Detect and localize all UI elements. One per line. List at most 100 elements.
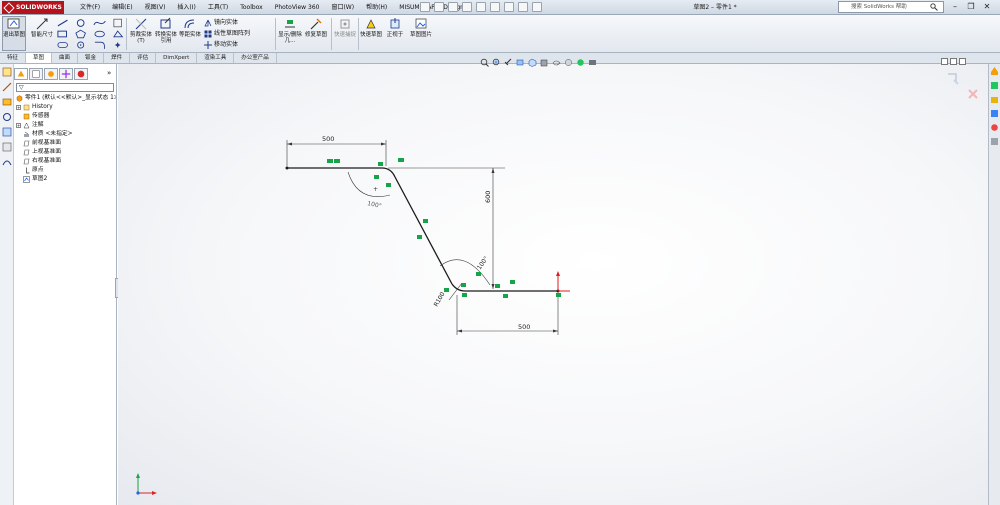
repair-sketch-button[interactable]: 修复草图: [304, 17, 328, 38]
collinear-relation-icon[interactable]: [417, 235, 422, 239]
tab-office-products[interactable]: 办公室产品: [234, 53, 277, 63]
print-icon[interactable]: [462, 2, 472, 12]
dimension-bottom-label[interactable]: 500: [518, 323, 530, 331]
design-library-icon[interactable]: [990, 80, 999, 90]
mirror-entities-item[interactable]: 镜向实体: [204, 17, 250, 28]
ellipse-icon[interactable]: [93, 29, 108, 39]
collinear-relation-icon[interactable]: [423, 219, 428, 223]
open-icon[interactable]: [434, 2, 444, 12]
pattern-tool-icon[interactable]: [2, 142, 12, 152]
tangent-relation-icon[interactable]: [476, 272, 481, 276]
quick-snaps-button[interactable]: 快速捕捉: [333, 17, 357, 38]
tree-item-sketch2[interactable]: 草图2: [16, 175, 116, 184]
convert-entities-button[interactable]: 转换实体引用: [155, 17, 177, 44]
fillet-icon[interactable]: [93, 40, 108, 50]
rectangle-icon[interactable]: [56, 29, 71, 39]
rapid-sketch-button[interactable]: 快速草图: [360, 17, 382, 38]
sketch-picture-button[interactable]: 草图图片: [408, 17, 434, 38]
spline-icon[interactable]: [93, 18, 108, 28]
menu-insert[interactable]: 插入(I): [171, 2, 201, 13]
tree-item-right-plane[interactable]: 右视基准面: [16, 157, 116, 166]
sketch-origin-icon[interactable]: [556, 271, 570, 292]
tangent-relation-icon[interactable]: [378, 162, 383, 166]
tree-root[interactable]: 零件1 (默认<<默认>_显示状态 1>): [16, 94, 116, 103]
rebuild-icon[interactable]: [504, 2, 514, 12]
rebuild-icon[interactable]: [948, 73, 959, 85]
zoom-area-icon[interactable]: [492, 58, 501, 67]
smart-dimension-button[interactable]: 智能尺寸: [30, 17, 54, 38]
view-orientation-icon[interactable]: [528, 58, 537, 67]
text-icon[interactable]: [111, 18, 126, 28]
tree-item-material[interactable]: 材质 <未指定>: [16, 130, 116, 139]
property-manager-tab-icon[interactable]: [29, 68, 43, 80]
search-icon[interactable]: [930, 3, 938, 11]
tree-filter-input[interactable]: ▽: [16, 83, 114, 92]
horizontal-relation-icon[interactable]: [510, 280, 515, 284]
tree-item-origin[interactable]: 原点: [16, 166, 116, 175]
tree-item-history[interactable]: + History: [16, 103, 116, 112]
menu-window[interactable]: 窗口(W): [325, 2, 360, 13]
zoom-to-fit-icon[interactable]: [480, 58, 489, 67]
view-palette-icon[interactable]: [990, 108, 999, 118]
tangent-relation-icon[interactable]: [374, 175, 379, 179]
graphics-area[interactable]: + 500 500 600 100° 100° R100: [118, 58, 988, 505]
tab-weldments[interactable]: 焊件: [104, 53, 131, 63]
horizontal-relation-icon[interactable]: [503, 294, 508, 298]
linear-pattern-item[interactable]: 线性草图阵列: [204, 28, 250, 39]
plane-icon[interactable]: [111, 29, 126, 39]
normal-to-button[interactable]: 正视于: [384, 17, 406, 38]
viewport-maximize-icon[interactable]: [950, 58, 957, 65]
tab-surfaces[interactable]: 曲面: [52, 53, 79, 63]
new-icon[interactable]: [420, 2, 430, 12]
solidworks-resources-icon[interactable]: [990, 66, 999, 76]
tab-sketch[interactable]: 草图: [26, 53, 53, 63]
appearances-icon[interactable]: [990, 122, 999, 132]
polygon-icon[interactable]: [74, 29, 89, 39]
tab-render-tools[interactable]: 渲染工具: [197, 53, 235, 63]
horizontal-relation-icon[interactable]: [334, 159, 340, 163]
cancel-sketch-icon[interactable]: [968, 89, 978, 99]
dimxpert-manager-tab-icon[interactable]: [59, 68, 73, 80]
point-icon[interactable]: [111, 40, 126, 50]
minimize-button[interactable]: –: [948, 1, 962, 13]
display-style-icon[interactable]: [540, 58, 549, 67]
panel-expand-icon[interactable]: »: [107, 69, 111, 77]
tree-item-sensors[interactable]: 传感器: [16, 112, 116, 121]
dimension-tool-icon[interactable]: [2, 82, 12, 92]
radius-label[interactable]: R100: [433, 291, 447, 308]
relation-tool-icon[interactable]: [2, 97, 12, 107]
angle-left-label[interactable]: 100°: [367, 200, 383, 210]
expand-icon[interactable]: +: [16, 123, 21, 128]
close-button[interactable]: ✕: [980, 1, 994, 13]
horizontal-relation-icon[interactable]: [398, 158, 404, 162]
menu-tools[interactable]: 工具(T): [202, 2, 234, 13]
tree-item-top-plane[interactable]: 上视基准面: [16, 148, 116, 157]
file-explorer-icon[interactable]: [990, 94, 999, 104]
viewport-split-icon[interactable]: [941, 58, 948, 65]
solidworks-logo[interactable]: SOLIDWORKS: [2, 1, 64, 14]
edit-appearance-icon[interactable]: [564, 58, 573, 67]
options-icon[interactable]: [532, 2, 542, 12]
coincident-relation-icon[interactable]: [386, 183, 391, 187]
save-icon[interactable]: [448, 2, 458, 12]
undo-icon[interactable]: [476, 2, 486, 12]
menu-file[interactable]: 文件(F): [74, 2, 106, 13]
circle-tool-icon[interactable]: [2, 112, 12, 122]
sketch-canvas[interactable]: + 500 500 600 100° 100° R100: [118, 64, 988, 505]
tab-dimxpert[interactable]: DimXpert: [156, 53, 198, 63]
slot-icon[interactable]: [56, 40, 71, 50]
hide-show-items-icon[interactable]: [552, 58, 561, 67]
line-icon[interactable]: [56, 18, 71, 28]
angle-right-label[interactable]: 100°: [476, 255, 490, 271]
coincident-relation-icon[interactable]: [556, 293, 561, 297]
tab-sheet-metal[interactable]: 钣金: [78, 53, 105, 63]
trim-entities-button[interactable]: 剪裁实体(T): [129, 17, 153, 44]
tangent-relation-icon[interactable]: [462, 293, 467, 297]
sketch-profile[interactable]: +: [285, 166, 560, 293]
section-view-icon[interactable]: [516, 58, 525, 67]
arc-icon[interactable]: [74, 40, 89, 50]
configuration-manager-tab-icon[interactable]: [44, 68, 58, 80]
file-properties-icon[interactable]: [518, 2, 528, 12]
menu-view[interactable]: 视图(V): [139, 2, 172, 13]
feature-manager-tab-icon[interactable]: [14, 68, 28, 80]
